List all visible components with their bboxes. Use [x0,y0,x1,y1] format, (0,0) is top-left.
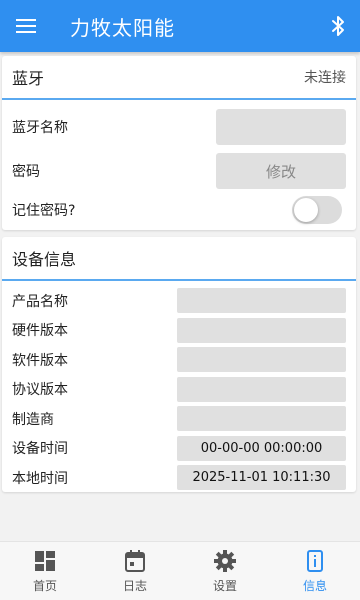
bluetooth-name-label: 蓝牙名称 [12,120,68,136]
info-label: 设备时间 [12,441,68,458]
info-label: 软件版本 [12,352,68,369]
bluetooth-icon [332,16,344,36]
info-label: 协议版本 [12,382,68,399]
password-label: 密码 [12,164,40,180]
info-value [177,288,346,314]
remember-password-label: 记住密码? [12,203,76,219]
info-label: 本地时间 [12,470,68,487]
device-info-title: 设备信息 [12,250,77,269]
info-icon [307,549,323,572]
info-value [177,406,346,432]
info-label: 产品名称 [12,293,68,310]
connection-status: 未连接 [304,70,346,86]
nav-label: 信息 [302,578,327,593]
nav-item-info[interactable]: 信息 [270,542,360,600]
toggle-knob [294,198,318,222]
info-value [177,347,346,373]
nav-label: 设置 [212,578,237,593]
info-row-hardware-version: 硬件版本 [2,316,356,346]
password-row: 密码 修改 [2,150,356,192]
nav-label: 日志 [122,578,147,593]
nav-label: 首页 [32,578,57,593]
device-info-header: 设备信息 [2,237,356,281]
calendar-icon [125,549,145,572]
remember-password-toggle[interactable] [292,196,342,224]
info-value [177,376,346,402]
device-time-value: 00-00-00 00:00:00 [177,435,346,461]
bottom-nav: 首页 日志 设置 信息 [0,541,360,600]
bluetooth-name-row: 蓝牙名称 [2,100,356,150]
bluetooth-title: 蓝牙 [12,69,45,88]
info-row-device-time: 设备时间 00-00-00 00:00:00 [2,434,356,464]
bluetooth-button[interactable] [316,0,360,52]
info-row-manufacturer: 制造商 [2,404,356,434]
app-title: 力牧太阳能 [70,15,175,40]
bluetooth-card: 蓝牙 未连接 蓝牙名称 密码 修改 记住密码? [2,56,356,230]
info-row-protocol-version: 协议版本 [2,375,356,405]
local-time-value: 2025-11-01 10:11:30 [177,465,346,491]
modify-password-button[interactable]: 修改 [216,153,346,189]
nav-item-settings[interactable]: 设置 [180,542,270,600]
nav-item-log[interactable]: 日志 [90,542,180,600]
info-label: 制造商 [12,411,54,428]
menu-button[interactable] [0,0,52,52]
info-value [177,317,346,343]
gear-icon [214,549,236,572]
menu-icon [16,19,36,33]
remember-password-row: 记住密码? [2,192,356,228]
info-row-software-version: 软件版本 [2,345,356,375]
dashboard-icon [35,550,55,571]
bluetooth-name-field[interactable] [216,109,346,145]
app-bar: 力牧太阳能 [0,0,360,52]
info-row-product-name: 产品名称 [2,286,356,316]
info-label: 硬件版本 [12,323,68,340]
device-info-list: 产品名称 硬件版本 软件版本 协议版本 制造商 设备时间 00-00-00 00… [2,281,356,493]
info-row-local-time: 本地时间 2025-11-01 10:11:30 [2,463,356,493]
nav-item-home[interactable]: 首页 [0,542,90,600]
device-info-card: 设备信息 产品名称 硬件版本 软件版本 协议版本 制造商 设备时间 00-00-… [2,237,356,492]
bluetooth-card-header: 蓝牙 未连接 [2,56,356,100]
